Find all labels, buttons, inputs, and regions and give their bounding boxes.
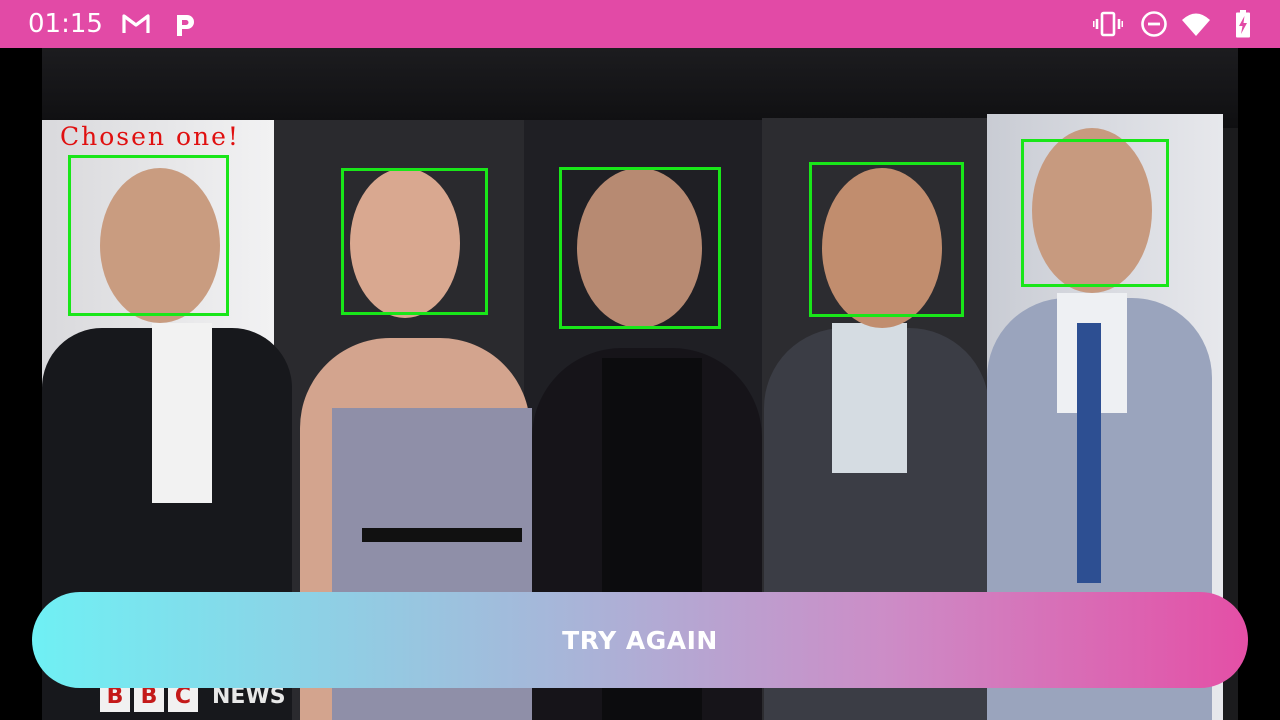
wifi-icon xyxy=(1182,13,1210,36)
chosen-one-label: Chosen one! xyxy=(60,122,240,151)
face-box-2 xyxy=(341,168,488,315)
face-box-3 xyxy=(559,167,721,329)
try-again-label: TRY AGAIN xyxy=(562,625,718,655)
pandora-icon xyxy=(177,15,194,36)
clock: 01:15 xyxy=(28,9,103,39)
person-2-belt xyxy=(362,528,522,542)
person-5-tie xyxy=(1077,323,1101,583)
battery-charging-icon xyxy=(1236,10,1250,38)
vibrate-icon xyxy=(1093,11,1123,37)
do-not-disturb-icon xyxy=(1141,11,1167,37)
try-again-button[interactable]: TRY AGAIN xyxy=(32,592,1248,688)
person-1-shirt xyxy=(152,323,212,503)
face-box-5 xyxy=(1021,139,1169,287)
face-box-4 xyxy=(809,162,964,317)
person-4-shirt xyxy=(832,323,907,473)
gmail-icon xyxy=(122,14,150,33)
face-box-1 xyxy=(68,155,229,316)
status-bar: 01:15 xyxy=(0,0,1280,48)
